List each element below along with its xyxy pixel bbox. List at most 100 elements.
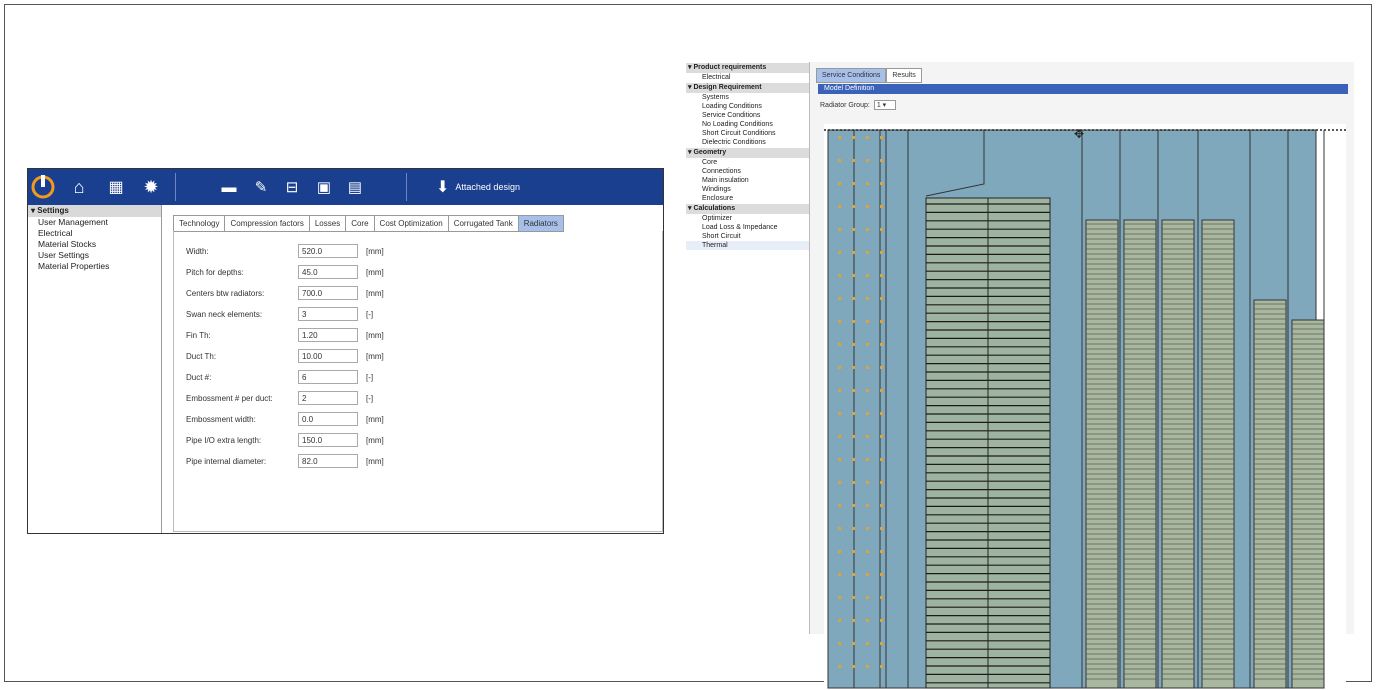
- field-input[interactable]: 150.0: [298, 433, 358, 447]
- gear-icon[interactable]: ✹: [140, 175, 162, 199]
- field-input[interactable]: 3: [298, 307, 358, 321]
- field-input[interactable]: 520.0: [298, 244, 358, 258]
- grid-icon[interactable]: ▦: [105, 175, 127, 199]
- tree-item[interactable]: Optimizer: [686, 214, 810, 223]
- attached-design-button[interactable]: ⬇ Attached design: [436, 175, 520, 199]
- toolbar-separator: [406, 173, 407, 201]
- tree-section[interactable]: ▾ Calculations: [686, 204, 810, 214]
- thermal-tabs: Service Conditions Results: [816, 68, 922, 83]
- fixing-point: [852, 642, 855, 645]
- fixing-point: [866, 274, 869, 277]
- sidebar-item-electrical[interactable]: Electrical: [28, 228, 161, 239]
- radiator-group-label: Radiator Group:: [820, 101, 870, 109]
- fixing-point: [880, 596, 883, 599]
- sidebar-item-user-settings[interactable]: User Settings: [28, 250, 161, 261]
- fixing-point: [866, 527, 869, 530]
- tree-item[interactable]: Enclosure: [686, 194, 810, 203]
- tab-radiators[interactable]: Radiators: [517, 215, 564, 232]
- settings-main: Technology Compression factors Losses Co…: [165, 205, 663, 533]
- fixing-point: [838, 205, 841, 208]
- field-row: Duct #: 6 [-]: [186, 369, 396, 385]
- home-icon[interactable]: ⌂: [68, 175, 90, 199]
- tree-item[interactable]: No Loading Conditions: [686, 120, 810, 129]
- fixing-point: [880, 228, 883, 231]
- tree-item[interactable]: Dielectric Conditions: [686, 138, 810, 147]
- app-logo-icon[interactable]: [30, 172, 56, 200]
- fixing-point: [838, 596, 841, 599]
- export-icon[interactable]: ⊟: [281, 175, 303, 199]
- sidebar-item-material-stocks[interactable]: Material Stocks: [28, 239, 161, 250]
- tree-item[interactable]: Short Circuit: [686, 232, 810, 241]
- field-unit: [mm]: [366, 288, 384, 298]
- fixing-point: [880, 159, 883, 162]
- field-input[interactable]: 0.0: [298, 412, 358, 426]
- fixing-point: [852, 550, 855, 553]
- tab-core[interactable]: Core: [345, 215, 374, 232]
- tab-corrugated-tank[interactable]: Corrugated Tank: [447, 215, 518, 232]
- fixing-point: [866, 159, 869, 162]
- fixing-point: [838, 320, 841, 323]
- fixing-point: [866, 297, 869, 300]
- tree-item[interactable]: Main insulation: [686, 176, 810, 185]
- fixing-point: [838, 136, 841, 139]
- tree-item[interactable]: Loading Conditions: [686, 102, 810, 111]
- tree-item[interactable]: Thermal: [686, 241, 810, 250]
- settings-window: ⌂ ▦ ✹ ▬ ✎ ⊟ ▣ ▤ ⬇ Attached design ▾ Sett…: [27, 168, 664, 534]
- field-input[interactable]: 6: [298, 370, 358, 384]
- tree-item[interactable]: Connections: [686, 167, 810, 176]
- tree-section[interactable]: ▾ Design Requirement: [686, 83, 810, 93]
- sidebar-item-user-management[interactable]: User Management: [28, 217, 161, 228]
- fixing-point: [838, 665, 841, 668]
- field-label: Embossment width:: [186, 414, 256, 424]
- field-input[interactable]: 700.0: [298, 286, 358, 300]
- save-icon[interactable]: ▣: [313, 175, 335, 199]
- field-input[interactable]: 1.20: [298, 328, 358, 342]
- tree-item[interactable]: Windings: [686, 185, 810, 194]
- radiator-group-control: Radiator Group: 1 ▾: [820, 100, 896, 110]
- fixing-point: [880, 205, 883, 208]
- tab-cost-optimization[interactable]: Cost Optimization: [373, 215, 448, 232]
- open-folder-icon[interactable]: ▬: [218, 175, 240, 199]
- fixing-point: [838, 481, 841, 484]
- tree-item[interactable]: Core: [686, 158, 810, 167]
- fixing-point: [880, 573, 883, 576]
- fixing-point: [838, 412, 841, 415]
- tab-service-conditions[interactable]: Service Conditions: [816, 68, 887, 83]
- field-unit: [-]: [366, 372, 374, 382]
- field-input[interactable]: 2: [298, 391, 358, 405]
- tree-item[interactable]: Service Conditions: [686, 111, 810, 120]
- attached-design-label: Attached design: [455, 182, 520, 192]
- fixing-point: [838, 642, 841, 645]
- tab-technology[interactable]: Technology: [173, 215, 225, 232]
- tree-item[interactable]: Short Circuit Conditions: [686, 129, 810, 138]
- edit-document-icon[interactable]: ✎: [250, 175, 272, 199]
- field-input[interactable]: 45.0: [298, 265, 358, 279]
- tab-losses[interactable]: Losses: [308, 215, 346, 232]
- fixing-point: [866, 619, 869, 622]
- tree-section[interactable]: ▾ Geometry: [686, 148, 810, 158]
- radiator-group-select[interactable]: 1 ▾: [873, 100, 896, 110]
- tree-item[interactable]: Load Loss & Impedance: [686, 223, 810, 232]
- tree-section-label: Product requirements: [693, 64, 767, 71]
- radiator-model-canvas[interactable]: ✥: [824, 124, 1346, 690]
- tree-section[interactable]: ▾ Product requirements: [686, 63, 810, 73]
- tree-section-label: Calculations: [693, 205, 736, 212]
- sidebar-item-material-properties[interactable]: Material Properties: [28, 261, 161, 272]
- fixing-point: [852, 343, 855, 346]
- field-row: Width: 520.0 [mm]: [186, 243, 396, 259]
- fixing-point: [880, 527, 883, 530]
- tab-compression-factors[interactable]: Compression factors: [224, 215, 309, 232]
- field-row: Pipe internal diameter: 82.0 [mm]: [186, 453, 396, 469]
- field-input[interactable]: 82.0: [298, 454, 358, 468]
- fixing-point: [852, 573, 855, 576]
- report-icon[interactable]: ▤: [344, 175, 366, 199]
- field-input[interactable]: 10.00: [298, 349, 358, 363]
- tree-item[interactable]: Electrical: [686, 73, 810, 82]
- model-definition-header: Model Definition: [818, 84, 1348, 94]
- tab-results[interactable]: Results: [886, 68, 922, 83]
- field-unit: [mm]: [366, 456, 384, 466]
- tree-item[interactable]: Systems: [686, 93, 810, 102]
- fixing-point: [866, 343, 869, 346]
- fixing-point: [852, 504, 855, 507]
- sidebar-section-settings[interactable]: ▾ Settings: [28, 205, 161, 217]
